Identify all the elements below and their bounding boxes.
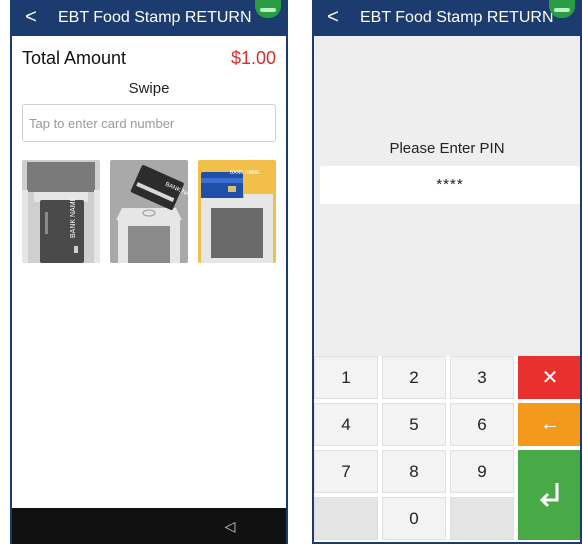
key-8[interactable]: 8 <box>382 450 446 493</box>
key-9[interactable]: 9 <box>450 450 514 493</box>
card-bank-name: BANK NAME <box>70 196 77 238</box>
card-entry-screen: < EBT Food Stamp RETURN Total Amount $1.… <box>10 0 288 544</box>
back-arrow-icon[interactable]: < <box>322 5 344 29</box>
backspace-button[interactable]: ← <box>518 403 580 446</box>
app-bar: < EBT Food Stamp RETURN <box>314 0 580 36</box>
triangle-back-icon[interactable]: ◁ <box>220 516 240 536</box>
card-number-input[interactable] <box>22 104 276 142</box>
card-bank-name: BANK NAME <box>230 170 260 176</box>
pin-prompt-label: Please Enter PIN <box>389 140 505 157</box>
total-amount-value: $1.00 <box>230 48 276 68</box>
cancel-button[interactable]: ✕ <box>518 356 580 399</box>
pin-entry-screen: < EBT Food Stamp RETURN Please Enter PIN… <box>312 0 582 544</box>
swipe-reader-illustration[interactable]: BANK NAME <box>22 160 100 263</box>
key-4[interactable]: 4 <box>314 403 378 446</box>
blank-key <box>450 497 514 540</box>
numeric-keypad: 1 2 3 ✕ 4 5 6 ← 7 8 9 0 <box>314 356 580 542</box>
screen-title: EBT Food Stamp RETURN <box>58 9 252 26</box>
enter-button[interactable] <box>518 450 580 540</box>
insert-reader-illustration[interactable]: BANK NAME <box>198 160 276 263</box>
key-0[interactable]: 0 <box>382 497 446 540</box>
pin-field: **** <box>320 166 580 204</box>
status-indicator-icon <box>549 0 575 18</box>
status-indicator-icon <box>255 0 281 18</box>
key-7[interactable]: 7 <box>314 450 378 493</box>
app-bar: < EBT Food Stamp RETURN <box>12 0 286 36</box>
key-1[interactable]: 1 <box>314 356 378 399</box>
system-navigation-bar: ◁ <box>12 508 286 544</box>
enter-return-icon <box>539 483 559 508</box>
key-3[interactable]: 3 <box>450 356 514 399</box>
back-arrow-icon[interactable]: < <box>20 5 42 29</box>
entry-mode-label: Swipe <box>128 80 170 97</box>
total-amount-row: Total Amount $1.00 <box>22 48 276 72</box>
key-5[interactable]: 5 <box>382 403 446 446</box>
screen-title: EBT Food Stamp RETURN <box>360 9 554 26</box>
tap-reader-illustration[interactable]: BANK NAME <box>110 160 188 263</box>
total-amount-label: Total Amount <box>22 48 127 68</box>
blank-key <box>314 497 378 540</box>
key-2[interactable]: 2 <box>382 356 446 399</box>
key-6[interactable]: 6 <box>450 403 514 446</box>
